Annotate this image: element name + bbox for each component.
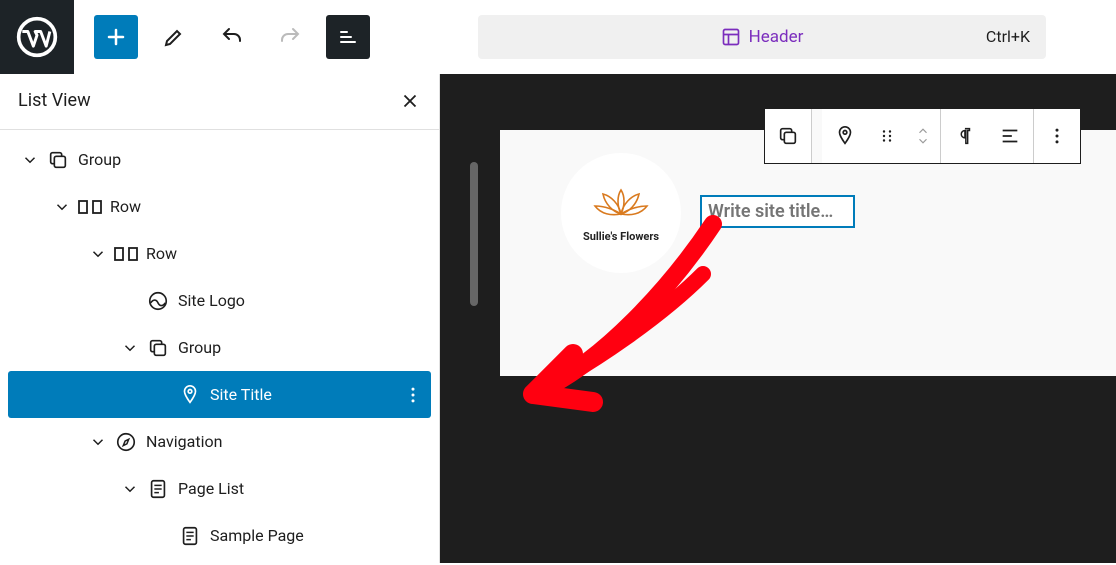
- chevron-down-icon[interactable]: [16, 151, 44, 169]
- compass-icon: [112, 431, 140, 453]
- parent-selector-button[interactable]: [765, 109, 811, 163]
- close-icon[interactable]: [399, 90, 421, 112]
- scrollbar[interactable]: [470, 162, 478, 306]
- tree-label: Page List: [172, 479, 431, 498]
- tree-item-site-logo[interactable]: Site Logo: [8, 277, 431, 324]
- group-icon: [44, 149, 72, 171]
- add-block-button[interactable]: [94, 15, 138, 59]
- redo-button: [268, 15, 312, 59]
- chevron-down-icon[interactable]: [84, 245, 112, 263]
- block-icon-button[interactable]: [822, 109, 868, 163]
- chevron-down-icon[interactable]: [116, 339, 144, 357]
- tree-label: Group: [72, 150, 431, 169]
- tree-label: Site Title: [204, 385, 395, 404]
- tree-item-navigation[interactable]: Navigation: [8, 418, 431, 465]
- undo-button[interactable]: [210, 15, 254, 59]
- chevron-down-icon[interactable]: [84, 433, 112, 451]
- more-icon[interactable]: [395, 385, 431, 405]
- site-logo-icon: [144, 290, 172, 312]
- logo-text: Sullie's Flowers: [583, 230, 659, 243]
- block-tree: Group Row Row Site Logo Group: [0, 130, 439, 565]
- panel-title: List View: [18, 90, 91, 111]
- editor-canvas[interactable]: Sullie's Flowers Write site title…: [440, 74, 1116, 563]
- drag-handle[interactable]: [868, 109, 906, 163]
- edit-icon[interactable]: [152, 15, 196, 59]
- template-name: Header: [749, 27, 804, 47]
- tree-label: Row: [104, 197, 431, 216]
- document-bar: Header Ctrl+K: [390, 0, 1116, 73]
- tree-item-sample-page[interactable]: Sample Page: [8, 512, 431, 559]
- pin-icon: [176, 384, 204, 406]
- lotus-icon: [591, 184, 651, 228]
- paragraph-button[interactable]: [941, 109, 987, 163]
- options-button[interactable]: [1034, 109, 1080, 163]
- tree-item-row[interactable]: Row: [8, 230, 431, 277]
- tree-label: Navigation: [140, 432, 431, 451]
- site-title-placeholder: Write site title…: [708, 201, 833, 222]
- chevron-down-icon[interactable]: [48, 198, 76, 216]
- group-icon: [144, 337, 172, 359]
- tree-item-row[interactable]: Row: [8, 183, 431, 230]
- wordpress-logo[interactable]: [0, 0, 74, 74]
- page-list-icon: [144, 478, 172, 500]
- row-icon: [112, 245, 140, 263]
- header-template-part[interactable]: Sullie's Flowers Write site title…: [500, 130, 1116, 376]
- layout-icon: [721, 27, 741, 47]
- row-icon: [76, 198, 104, 216]
- tree-label: Sample Page: [204, 526, 431, 545]
- page-icon: [176, 525, 204, 547]
- move-buttons[interactable]: [906, 109, 940, 163]
- tree-item-group[interactable]: Group: [8, 136, 431, 183]
- align-button[interactable]: [987, 109, 1033, 163]
- tree-item-group[interactable]: Group: [8, 324, 431, 371]
- top-toolbar: Header Ctrl+K: [0, 0, 1116, 74]
- tree-item-site-title[interactable]: Site Title: [8, 371, 431, 418]
- list-view-toggle[interactable]: [326, 15, 370, 59]
- list-view-panel: List View Group Row Row: [0, 74, 440, 563]
- template-chip[interactable]: Header Ctrl+K: [478, 15, 1046, 59]
- tree-label: Row: [140, 244, 431, 263]
- block-toolbar: [764, 108, 1081, 164]
- tree-item-page-list[interactable]: Page List: [8, 465, 431, 512]
- site-logo-block[interactable]: Sullie's Flowers: [561, 153, 681, 273]
- tree-label: Site Logo: [172, 291, 431, 310]
- toolbar-left: [74, 0, 390, 73]
- chevron-down-icon[interactable]: [116, 480, 144, 498]
- site-title-input[interactable]: Write site title…: [700, 195, 855, 228]
- shortcut-label: Ctrl+K: [986, 27, 1030, 46]
- tree-label: Group: [172, 338, 431, 357]
